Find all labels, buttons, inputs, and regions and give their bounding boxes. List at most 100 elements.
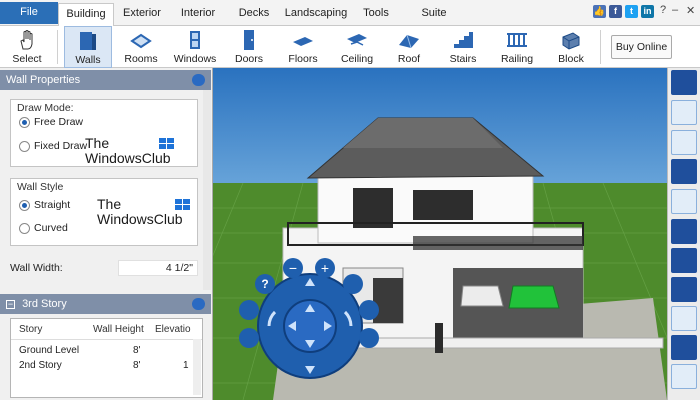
table-row-story[interactable]: 2nd Story — [19, 360, 62, 371]
redo-icon[interactable] — [671, 130, 697, 155]
rooms-button[interactable]: Rooms — [118, 26, 164, 68]
fixed-draw-label: Fixed Draw — [34, 140, 88, 152]
radio-selected-icon — [19, 116, 30, 128]
story-table: Story Wall Height Elevatio Ground Level … — [10, 318, 203, 398]
delete-icon[interactable] — [671, 159, 697, 184]
radio-unselected-icon — [19, 140, 30, 152]
help-nav-icon[interactable]: ? — [255, 274, 275, 294]
wall-properties-header: Wall Properties — [0, 70, 211, 90]
table-row-height: 8' — [133, 360, 141, 371]
undo-icon[interactable] — [671, 100, 697, 125]
tab-exterior[interactable]: Exterior — [114, 3, 170, 26]
tab-decks[interactable]: Decks — [226, 3, 282, 26]
floor-icon — [293, 37, 313, 46]
windows-button[interactable]: Windows — [172, 26, 218, 68]
video-camera-icon[interactable] — [192, 74, 205, 86]
wall-width-label: Wall Width: — [10, 262, 63, 274]
watermark-line2: WindowsClub — [97, 211, 183, 227]
tab-landscaping[interactable]: Landscaping — [282, 3, 350, 26]
page-icon[interactable] — [671, 189, 697, 214]
watermark-text: The WindowsClub — [85, 136, 171, 166]
table-row-story[interactable]: Ground Level — [19, 345, 79, 356]
thumbs-up-icon[interactable]: 👍 — [593, 5, 606, 18]
twitter-icon[interactable]: t — [625, 5, 638, 18]
pan-hand-icon[interactable] — [671, 70, 697, 95]
hand-icon — [20, 30, 33, 50]
floors-label: Floors — [288, 53, 318, 65]
grid-icon[interactable] — [671, 335, 697, 360]
menu-tab-bar: File Building Exterior Interior Decks La… — [0, 0, 700, 27]
draw-mode-title: Draw Mode: — [17, 102, 74, 114]
select-label: Select — [12, 53, 42, 65]
table-divider — [11, 339, 202, 340]
wall-style-group: Wall Style Straight Curved The WindowsCl… — [10, 178, 198, 246]
properties-scrollbar[interactable] — [203, 90, 211, 290]
tab-suite[interactable]: Suite — [410, 3, 458, 26]
radio-unselected-icon — [19, 222, 30, 234]
elevate-up-icon[interactable] — [359, 300, 379, 320]
elevate-down-icon[interactable] — [359, 328, 379, 348]
buy-online-button[interactable]: Buy Online — [611, 35, 672, 59]
roof-icon — [399, 34, 419, 49]
tab-tools[interactable]: Tools — [352, 3, 400, 26]
3d-viewport[interactable]: − + ? — [213, 68, 667, 400]
roof-button[interactable]: Roof — [386, 26, 432, 68]
linkedin-icon[interactable]: in — [641, 5, 654, 18]
roof-label: Roof — [397, 53, 421, 65]
ceiling-label: Ceiling — [340, 53, 374, 65]
windows-logo-icon — [175, 199, 190, 210]
walls-button[interactable]: Walls — [64, 26, 112, 68]
target-icon[interactable] — [239, 300, 259, 320]
ceiling-button[interactable]: Ceiling — [334, 26, 380, 68]
curved-radio[interactable]: Curved — [19, 222, 68, 234]
perspective-icon[interactable] — [671, 248, 697, 273]
help-icon[interactable]: ? — [660, 4, 666, 16]
zoom-out-icon[interactable]: − — [283, 258, 303, 278]
window-icon — [190, 31, 200, 49]
left-panel: Wall Properties Draw Mode: Free Draw Fix… — [0, 68, 213, 400]
floors-button[interactable]: Floors — [280, 26, 326, 68]
ceiling-icon — [347, 34, 367, 46]
straight-radio[interactable]: Straight — [19, 199, 70, 211]
windows-label: Windows — [173, 53, 217, 65]
close-icon[interactable]: ✕ — [686, 4, 695, 17]
zoom-in-icon[interactable]: + — [315, 258, 335, 278]
stairs-button[interactable]: Stairs — [440, 26, 486, 68]
block-icon — [562, 32, 580, 50]
free-draw-radio[interactable]: Free Draw — [19, 116, 83, 128]
render-icon[interactable] — [671, 277, 697, 302]
tab-building[interactable]: Building — [58, 3, 114, 27]
fixed-draw-radio[interactable]: Fixed Draw — [19, 140, 87, 152]
watermark-line1: The — [97, 196, 122, 212]
doors-button[interactable]: Doors — [226, 26, 272, 68]
minimize-icon[interactable]: – — [672, 4, 678, 16]
collapse-icon[interactable]: − — [6, 300, 15, 309]
camera-icon[interactable] — [343, 274, 363, 294]
tab-file[interactable]: File — [0, 2, 58, 24]
select-button[interactable]: Select — [4, 26, 50, 68]
railing-label: Railing — [500, 53, 534, 65]
camera-view-icon[interactable] — [671, 306, 697, 331]
story-panel-header: − 3rd Story — [0, 294, 211, 314]
reset-view-icon[interactable] — [239, 328, 259, 348]
block-button[interactable]: Block — [548, 26, 594, 68]
3d-box-icon[interactable] — [671, 219, 697, 244]
video-camera-icon[interactable] — [192, 298, 205, 310]
watermark-line2: WindowsClub — [85, 150, 171, 166]
refresh-icon[interactable] — [671, 364, 697, 389]
draw-mode-group: Draw Mode: Free Draw Fixed Draw The Wind… — [10, 99, 198, 167]
wall-icon — [80, 32, 96, 50]
railing-button[interactable]: Railing — [494, 26, 540, 68]
wall-properties-title: Wall Properties — [6, 74, 81, 86]
table-row-height: 8' — [133, 345, 141, 356]
room-icon — [130, 33, 152, 49]
wall-width-input[interactable]: 4 1/2" — [118, 260, 198, 276]
facebook-icon[interactable]: f — [609, 5, 622, 18]
stairs-label: Stairs — [449, 53, 477, 65]
free-draw-label: Free Draw — [34, 116, 84, 128]
table-scrollbar[interactable] — [193, 339, 201, 395]
tab-interior[interactable]: Interior — [170, 3, 226, 26]
door-icon — [244, 30, 254, 50]
story-panel-title: 3rd Story — [22, 298, 67, 310]
straight-label: Straight — [34, 199, 71, 211]
